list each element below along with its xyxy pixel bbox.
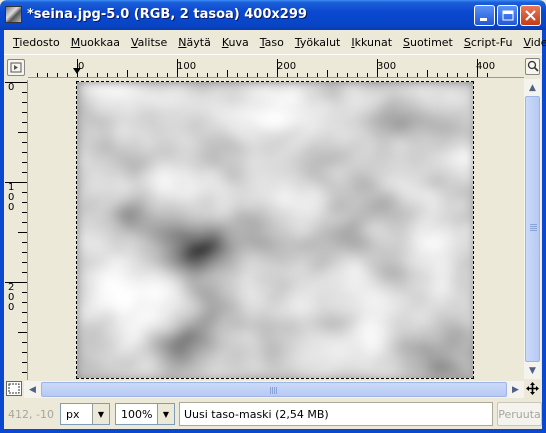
menu-muokkaa[interactable]: Muokkaa — [68, 36, 128, 49]
menu-valitse[interactable]: Valitse — [128, 36, 175, 49]
canvas-area[interactable] — [29, 79, 524, 380]
v-ruler-label-0: 0 — [8, 82, 14, 93]
horizontal-ruler-ticks: 0 100 200 300 400 — [37, 59, 495, 77]
navigate-icon — [8, 383, 20, 394]
close-button[interactable] — [520, 5, 541, 26]
zoom-button[interactable] — [525, 58, 540, 75]
scroll-right-arrow[interactable]: ▶ — [507, 381, 524, 398]
menu-nayta[interactable]: Näytä — [175, 36, 219, 49]
quick-mask-icon — [10, 62, 22, 73]
cloud-noise-image — [77, 82, 473, 378]
image-menu-button[interactable] — [7, 59, 25, 76]
horizontal-ruler[interactable]: 0 100 200 300 400 — [28, 58, 524, 78]
maximize-icon — [502, 10, 514, 21]
minimize-icon — [480, 18, 487, 21]
horizontal-scroll-thumb[interactable] — [41, 382, 507, 397]
image-canvas[interactable] — [76, 81, 474, 379]
scroll-grip-icon — [530, 224, 537, 232]
cancel-button[interactable]: Peruuta — [497, 402, 542, 426]
menu-tyokalut[interactable]: Työkalut — [292, 36, 349, 49]
close-icon — [525, 10, 536, 21]
h-ruler-label-400: 400 — [476, 61, 495, 72]
zoom-select[interactable]: 100% ▼ — [115, 403, 175, 425]
maximize-button[interactable] — [497, 5, 518, 26]
menu-ikkunat[interactable]: Ikkunat — [348, 36, 400, 49]
menu-taso[interactable]: Taso — [257, 36, 292, 49]
unit-select[interactable]: px ▼ — [60, 403, 110, 425]
zoom-dropdown-arrow-icon[interactable]: ▼ — [157, 404, 174, 424]
h-ruler-label-300: 300 — [377, 61, 396, 72]
window-border-bottom — [0, 429, 546, 433]
vertical-scroll-thumb[interactable] — [525, 96, 540, 362]
menu-suotimet[interactable]: Suotimet — [400, 36, 461, 49]
status-message: Uusi taso-maski (2,54 MB) — [179, 402, 493, 426]
menu-tiedosto[interactable]: Tiedosto — [10, 36, 68, 49]
window-title: *seina.jpg-5.0 (RGB, 2 tasoa) 400x299 — [27, 7, 307, 22]
title-bar: *seina.jpg-5.0 (RGB, 2 tasoa) 400x299 — [0, 0, 546, 30]
unit-value: px — [66, 408, 80, 421]
menu-kuva[interactable]: Kuva — [219, 36, 257, 49]
scroll-left-arrow[interactable]: ◀ — [24, 381, 41, 398]
svg-text:0: 0 — [8, 202, 14, 213]
v-ruler-label-200: 200 — [8, 282, 14, 313]
menu-video[interactable]: Video — [520, 36, 546, 49]
navigate-toggle-button[interactable] — [6, 381, 22, 396]
window-border-right — [542, 30, 546, 433]
zoom-value: 100% — [121, 408, 153, 421]
move-arrows-icon — [526, 382, 539, 395]
pointer-coordinates: 412, -10 — [8, 408, 54, 421]
h-ruler-label-100: 100 — [177, 61, 196, 72]
scroll-up-arrow[interactable]: ▲ — [524, 79, 541, 96]
minimize-button[interactable] — [474, 5, 495, 26]
status-bar: 412, -10 px ▼ 100% ▼ Uusi taso-maski (2,… — [4, 399, 542, 429]
vertical-ruler-ticks: 0 100 200 — [5, 82, 27, 383]
v-ruler-label-100: 100 — [8, 182, 14, 213]
unit-dropdown-arrow-icon[interactable]: ▼ — [92, 404, 109, 424]
scroll-down-arrow[interactable]: ▼ — [524, 362, 541, 379]
svg-text:0: 0 — [8, 302, 14, 313]
h-ruler-label-200: 200 — [277, 61, 296, 72]
menu-script-fu[interactable]: Script-Fu — [461, 36, 521, 49]
scroll-grip-icon — [270, 387, 278, 394]
gimp-image-icon[interactable] — [5, 6, 22, 23]
menu-bar: Tiedosto Muokkaa Valitse Näytä Kuva Taso… — [4, 30, 546, 55]
zoom-icon — [527, 60, 539, 72]
horizontal-scrollbar[interactable]: ◀ ▶ — [24, 381, 524, 398]
vertical-scrollbar[interactable]: ▲ ▼ — [524, 79, 541, 379]
navigation-button[interactable] — [525, 381, 540, 396]
vertical-ruler[interactable]: 0 100 200 — [4, 80, 28, 383]
